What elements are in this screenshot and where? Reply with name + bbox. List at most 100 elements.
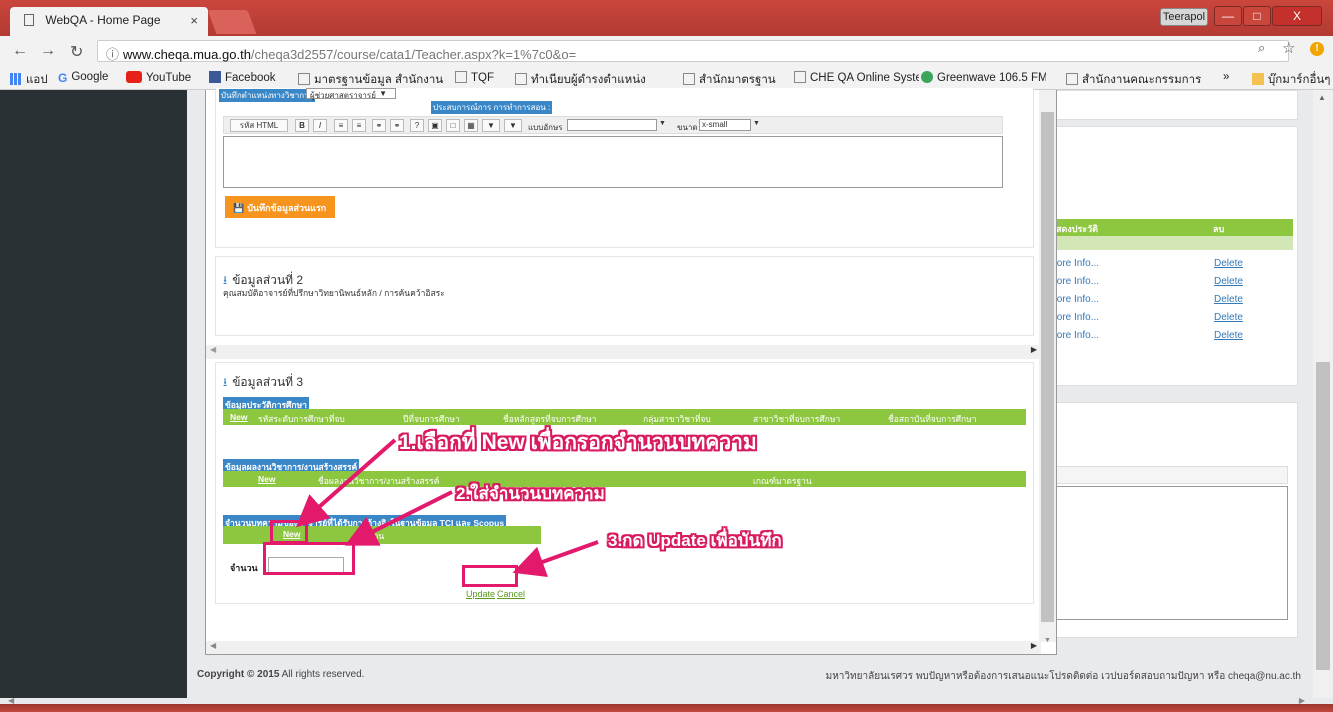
font-dropdown-icon[interactable]: ▼ — [659, 120, 666, 127]
font-select[interactable] — [567, 119, 657, 131]
info-icon[interactable]: ⓘ — [106, 47, 119, 62]
forward-arrow-icon[interactable]: → — [40, 42, 56, 60]
page-footer: Copyright © 2015 All rights reserved. มห… — [187, 658, 1313, 688]
bookmark-item[interactable]: แอป — [10, 71, 48, 89]
experience-editor[interactable] — [223, 136, 1003, 188]
dropdown-arrow-icon: ▼ — [379, 89, 387, 98]
rank-select[interactable]: ผู้ช่วยศาสตราจารย์ ▼ — [306, 88, 396, 100]
browser-tab[interactable]: WebQA - Home Page × — [10, 7, 208, 36]
scroll-right-icon[interactable]: ▶ — [1031, 641, 1037, 650]
bookmarks-bar: แอป G Google YouTube Facebook มาตรฐานข้อม… — [0, 66, 1333, 90]
download-icon: ⭳ — [223, 375, 228, 389]
bookmark-item[interactable]: มาตรฐานข้อมูล สำนักงาน — [298, 71, 443, 89]
inner-h-scrollbar[interactable]: ◀ ▶ — [206, 345, 1041, 359]
bookmark-item[interactable]: CHE QA Online Syste — [794, 71, 919, 84]
modal-h-scrollbar[interactable]: ◀ ▶ — [206, 641, 1041, 654]
page-icon — [794, 71, 806, 83]
page-scrollbar[interactable]: ▲ — [1313, 90, 1333, 698]
table-row: fore Info... Delete — [1054, 294, 1243, 305]
bookmark-item[interactable]: Greenwave 106.5 FM — [921, 71, 1046, 84]
html-source-button[interactable]: รหัส HTML — [230, 119, 288, 132]
bookmark-item[interactable]: ทำเนียบผู้ดำรงตำแหน่ง — [515, 71, 665, 89]
minimize-button[interactable]: — — [1214, 6, 1242, 26]
scroll-right-icon[interactable]: ▶ — [1031, 345, 1037, 354]
page-icon — [455, 71, 467, 83]
extension-icon[interactable]: ! — [1310, 42, 1324, 56]
table-icon[interactable]: ▦ — [464, 119, 478, 132]
page-content: ▲ สดงประวัติ ลบ fore Info... Delete fore … — [0, 88, 1333, 698]
tab-close-icon[interactable]: × — [190, 13, 198, 28]
back-arrow-icon[interactable]: ← — [12, 42, 28, 60]
highlight-color-icon[interactable]: ▼ — [504, 119, 522, 132]
table-row: fore Info... Delete — [1054, 258, 1243, 269]
works-table-header: New ชื่อผลงานวิชาการ/งานสร้างสรรค์ เกณฑ์… — [223, 471, 1026, 487]
bookmark-item[interactable]: Facebook — [209, 71, 276, 84]
new-tab-button[interactable] — [207, 10, 257, 34]
bookmark-item[interactable]: G Google — [58, 71, 108, 83]
bookmark-item[interactable]: สำนักมาตรฐาน — [683, 71, 776, 89]
reload-icon[interactable]: ↻ — [70, 42, 83, 62]
zoom-icon[interactable]: ⌕ — [1258, 40, 1265, 56]
table-row: fore Info... Delete — [1054, 276, 1243, 287]
close-window-button[interactable]: X — [1272, 6, 1322, 26]
help-icon[interactable]: ? — [410, 119, 424, 132]
scroll-up-icon[interactable]: ▲ — [1318, 93, 1326, 102]
radio-icon — [921, 71, 933, 83]
link-icon[interactable]: ⚭ — [372, 119, 386, 132]
modal-scrollbar[interactable]: ▼ — [1039, 90, 1056, 644]
save-icon: 💾 — [233, 203, 245, 213]
bookmarks-overflow[interactable]: » — [1223, 71, 1229, 83]
download-icon: ⭳ — [223, 273, 228, 287]
bookmark-item[interactable]: YouTube — [126, 71, 191, 84]
browser-titlebar: WebQA - Home Page × Teerapol — □ X — [0, 0, 1333, 36]
background-textarea — [1053, 486, 1288, 620]
tab-title: WebQA - Home Page — [45, 13, 161, 27]
page-icon — [515, 73, 527, 85]
annotation-step-1: 1.เลือกที่ New เพื่อกรอกจำนวนบทความ — [399, 431, 757, 454]
url-host: www.cheqa.mua.go.th — [123, 47, 251, 62]
bookmark-item[interactable]: TQF — [455, 71, 494, 84]
taskbar-strip — [0, 704, 1333, 712]
maximize-button[interactable]: □ — [1243, 6, 1271, 26]
scroll-down-icon[interactable]: ▼ — [1044, 637, 1051, 644]
unlink-icon[interactable]: ⚭ — [390, 119, 404, 132]
scroll-left-icon[interactable]: ◀ — [210, 345, 216, 354]
background-panel — [1041, 90, 1298, 120]
font-label: แบบอักษร — [528, 123, 563, 132]
education-new-link[interactable]: New — [230, 412, 247, 422]
bookmark-item[interactable]: สำนักงานคณะกรรมการ — [1066, 71, 1201, 89]
google-icon: G — [58, 71, 68, 83]
size-select[interactable]: x-small — [699, 119, 751, 131]
page-scrollbar-thumb[interactable] — [1316, 362, 1330, 670]
bullet-list-icon[interactable]: ≡ — [352, 119, 366, 132]
bookmark-folder[interactable]: บุ๊กมาร์กอื่นๆ — [1252, 71, 1330, 89]
footer-copyright: Copyright © 2015 All rights reserved. — [197, 669, 365, 680]
background-panel-header — [1053, 466, 1288, 484]
works-new-link[interactable]: New — [258, 474, 275, 484]
size-dropdown-icon[interactable]: ▼ — [753, 120, 760, 127]
url-bar[interactable]: ⓘ www.cheqa.mua.go.th/cheqa3d2557/course/… — [97, 40, 1289, 62]
update-link[interactable]: Update — [466, 589, 495, 599]
table-row: fore Info... Delete — [1054, 312, 1243, 323]
save-part1-button[interactable]: 💾 บันทึกข้อมูลส่วนแรก — [225, 196, 335, 218]
text-color-icon[interactable]: ▼ — [482, 119, 500, 132]
section-1: บันทึกตำแหน่งทางวิชาการ ผู้ช่วยศาสตราจาร… — [215, 88, 1034, 248]
italic-button[interactable]: I — [313, 119, 327, 132]
amount-label: จำนวน — [230, 563, 258, 573]
bold-button[interactable]: B — [295, 119, 309, 132]
image-icon[interactable]: ▣ — [428, 119, 442, 132]
page-icon — [1066, 73, 1078, 85]
cancel-link[interactable]: Cancel — [497, 589, 525, 599]
experience-label: ประสบการณ์การ การทำการสอน : — [431, 101, 553, 114]
background-table-band — [1053, 236, 1293, 250]
update-highlight-box — [462, 565, 518, 587]
frame-icon[interactable]: □ — [446, 119, 460, 132]
page-icon — [298, 73, 310, 85]
left-sidebar — [0, 90, 187, 698]
profile-button[interactable]: Teerapol — [1160, 8, 1208, 26]
modal-scrollbar-thumb[interactable] — [1041, 112, 1054, 622]
new-highlight-box — [270, 520, 308, 544]
bookmark-star-icon[interactable]: ☆ — [1282, 39, 1295, 57]
ordered-list-icon[interactable]: ≡ — [334, 119, 348, 132]
scroll-left-icon[interactable]: ◀ — [210, 641, 216, 650]
